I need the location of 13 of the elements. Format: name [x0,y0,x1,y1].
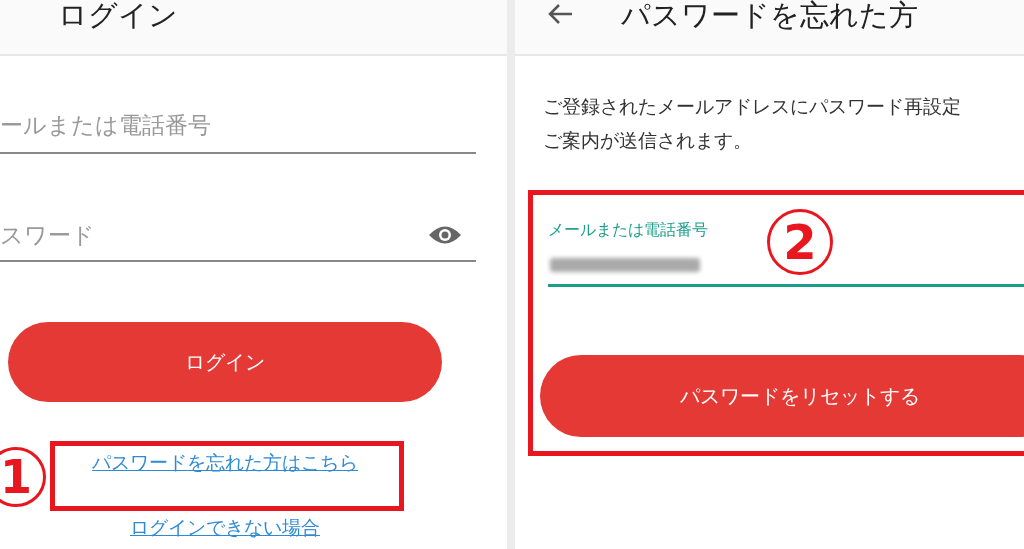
login-help-link[interactable]: ログインできない場合 [130,512,320,541]
email-field[interactable]: ールまたは電話番号 [0,108,476,142]
forgot-password-link[interactable]: パスワードを忘れた方はこちら [92,448,358,477]
instruction-text: ご登録されたメールアドレスにパスワード再設定 [543,94,961,119]
password-field[interactable]: スワード [0,218,428,252]
screen-title: パスワードを忘れた方 [621,0,918,30]
reset-password-button[interactable]: パスワードをリセットする [540,355,1024,437]
back-arrow-icon[interactable] [547,3,573,25]
screen-title: ログイン [58,0,178,30]
login-button[interactable]: ログイン [8,322,442,402]
field-label: メールまたは電話番号 [548,219,708,241]
instruction-text: ご案内が送信されます。 [543,128,752,153]
eye-icon[interactable] [428,224,462,246]
